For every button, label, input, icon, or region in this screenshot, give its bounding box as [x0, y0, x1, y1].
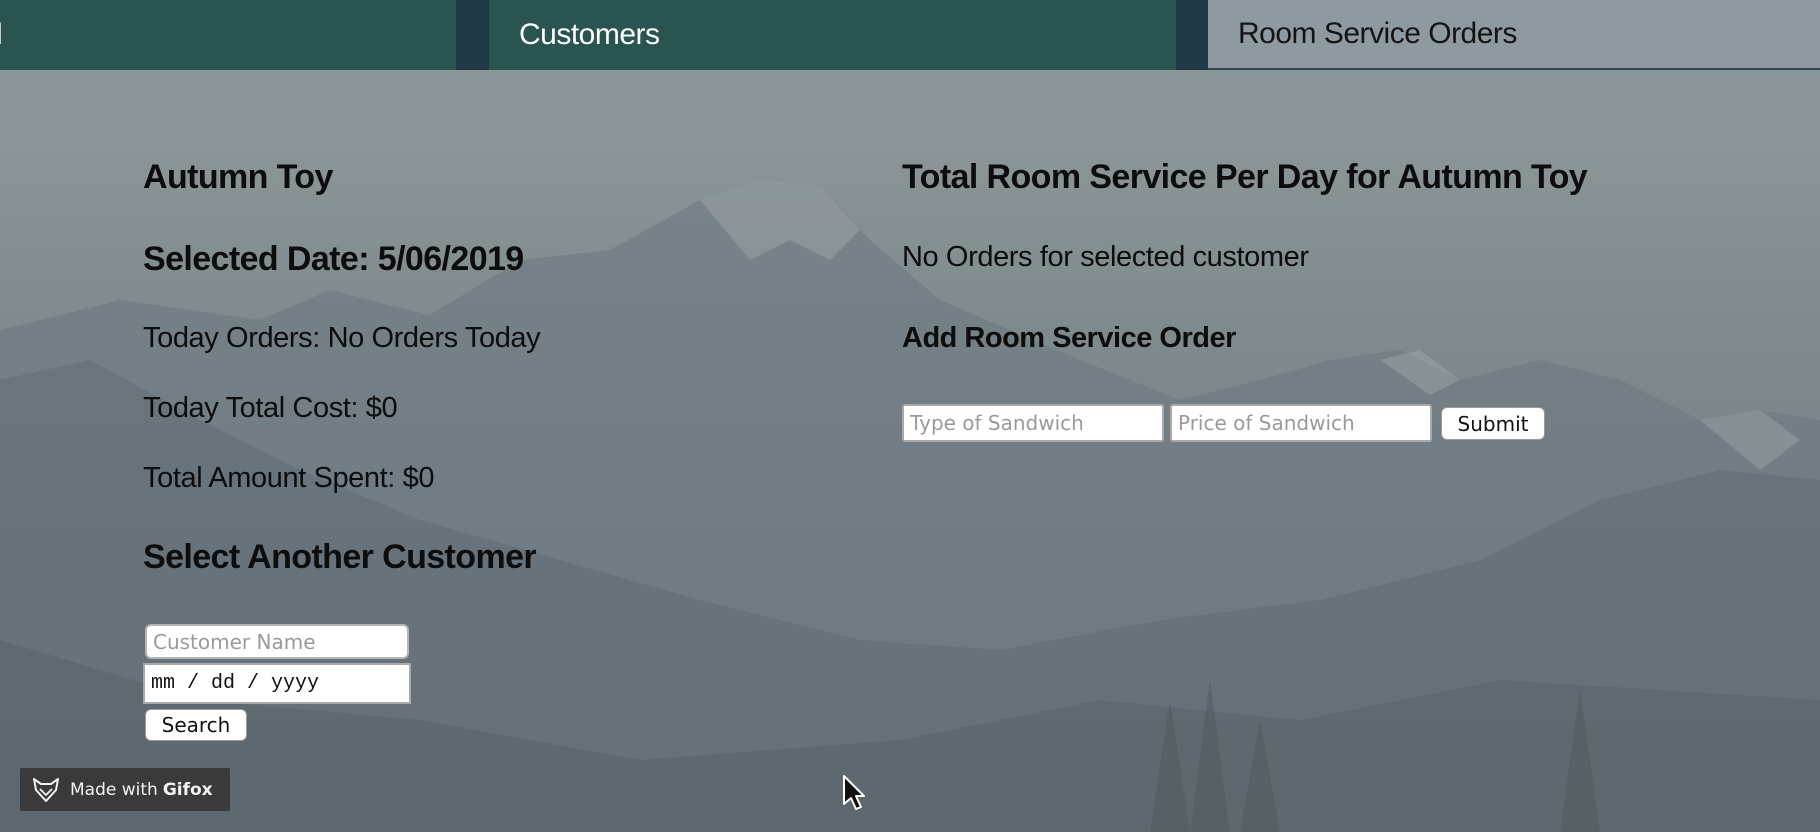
badge-prefix-text: Made with — [70, 779, 158, 800]
total-amount-spent-text: Total Amount Spent: $0 — [143, 462, 435, 494]
search-button[interactable]: Search — [145, 709, 247, 741]
select-customer-heading: Select Another Customer — [143, 538, 537, 576]
tab-dashboard[interactable]: d — [0, 0, 456, 70]
made-with-gifox-badge: Made with Gifox — [20, 768, 230, 811]
search-button-label: Search — [161, 713, 231, 737]
selected-date-heading: Selected Date: 5/06/2019 — [143, 240, 524, 278]
top-navbar: d Customers Room Service Orders — [0, 0, 1820, 72]
tab-customers-label: Customers — [519, 18, 660, 51]
nav-separator — [456, 0, 489, 70]
add-order-heading: Add Room Service Order — [902, 322, 1236, 354]
submit-button-label: Submit — [1457, 411, 1529, 436]
no-orders-message: No Orders for selected customer — [902, 241, 1309, 273]
tab-room-service-orders[interactable]: Room Service Orders — [1208, 0, 1820, 70]
room-service-heading: Total Room Service Per Day for Autumn To… — [902, 158, 1588, 196]
today-total-cost-text: Today Total Cost: $0 — [143, 392, 398, 424]
tab-customers[interactable]: Customers — [489, 0, 1176, 70]
date-input-placeholder: mm / dd / yyyy — [151, 672, 320, 695]
page-content: d Customers Room Service Orders Autumn T… — [0, 0, 1820, 832]
fox-logo-icon — [33, 777, 59, 802]
customer-name-heading: Autumn Toy — [143, 158, 333, 196]
date-input[interactable]: mm / dd / yyyy — [143, 663, 411, 704]
submit-button[interactable]: Submit — [1441, 407, 1545, 440]
nav-separator — [1176, 0, 1208, 70]
sandwich-type-input[interactable] — [902, 404, 1164, 442]
customer-name-input[interactable] — [145, 624, 409, 659]
badge-brand-text: Gifox — [162, 779, 213, 800]
tab-room-service-orders-label: Room Service Orders — [1238, 17, 1517, 50]
sandwich-price-input[interactable] — [1170, 404, 1432, 442]
today-orders-text: Today Orders: No Orders Today — [143, 322, 541, 354]
mouse-cursor-icon — [843, 775, 865, 810]
tab-dashboard-label: d — [0, 18, 3, 52]
